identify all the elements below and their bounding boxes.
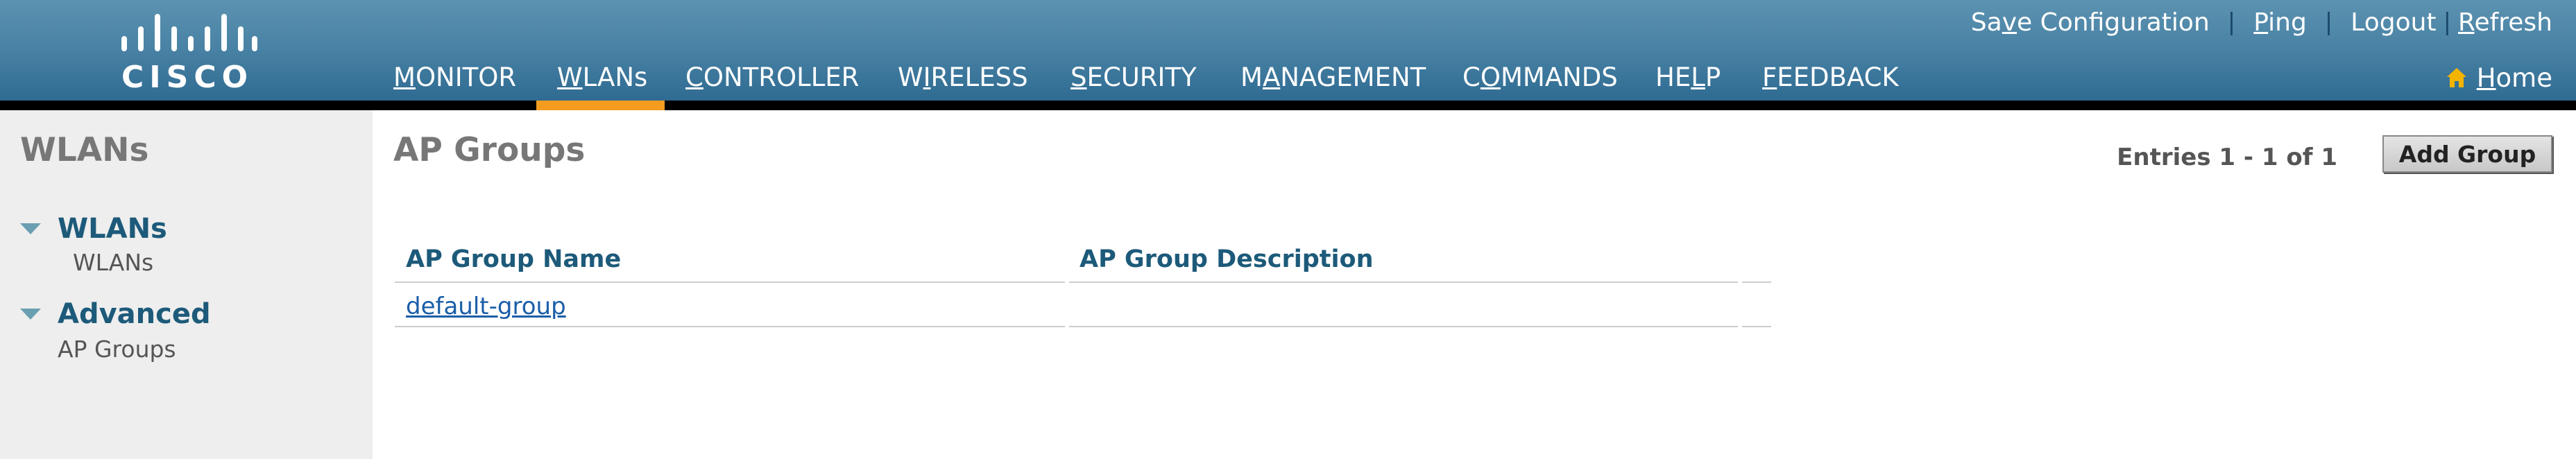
nav-management-pre: M [1240,62,1263,92]
home-label-accesskey: H [2476,62,2496,93]
nav-management-accesskey: A [1262,62,1281,92]
ping-label-post: ing [2268,8,2307,37]
sidebar-section-label: WLANs [58,213,167,245]
home-label-rest: ome [2496,62,2552,93]
sidebar: WLANs WLANs WLANs Advanced AP Groups [0,110,373,459]
refresh-label-post: efresh [2474,8,2552,37]
expand-triangle-icon [20,309,41,320]
table-header-divider [395,282,1065,283]
top-header: CISCO Save Configuration | Ping | Logout… [0,0,2576,101]
nav-commands[interactable]: COMMANDS [1462,58,1618,101]
nav-commands-rest: MMANDS [1500,62,1618,92]
nav-wireless[interactable]: WIRELESS [898,58,1028,101]
expand-triangle-icon [20,223,41,234]
nav-help-pre: HE [1655,62,1691,92]
header-divider [0,101,2576,110]
save-configuration-link[interactable]: Save Configuration [1971,8,2210,37]
nav-help-accesskey: L [1691,62,1705,92]
nav-security-rest: ECURITY [1086,62,1197,92]
table-header-divider [1069,282,1738,283]
sidebar-title: WLANs [20,131,149,169]
home-link[interactable]: Home [2445,58,2552,97]
ap-group-name-link[interactable]: default-group [406,293,566,320]
nav-help[interactable]: HELP [1655,58,1721,101]
sidebar-item-ap-groups[interactable]: AP Groups [58,336,176,363]
refresh-label-accesskey: R [2458,8,2475,37]
active-tab-indicator [536,101,665,110]
save-configuration-label-post: e Configuration [2017,8,2210,37]
logout-link[interactable]: Logout [2351,8,2436,37]
nav-wireless-rest: RELESS [930,62,1028,92]
nav-controller-rest: ONTROLLER [703,62,860,92]
nav-wlans-rest: LANs [582,62,648,92]
nav-monitor[interactable]: MONITOR [393,58,516,101]
add-group-button[interactable]: Add Group [2382,135,2552,173]
save-configuration-label-pre: Sa [1970,8,2002,37]
nav-commands-accesskey: O [1480,62,1501,92]
utility-links: Save Configuration | Ping | Logout | Ref… [1971,6,2552,39]
sidebar-section-wlans[interactable]: WLANs [20,213,167,245]
nav-feedback-rest: EEDBACK [1777,62,1899,92]
sidebar-section-label: Advanced [58,298,211,330]
logout-label: Logout [2351,8,2437,37]
nav-controller[interactable]: CONTROLLER [685,58,859,101]
table-row-divider [1069,326,1738,327]
page-title: AP Groups [393,131,586,169]
column-header-ap-group-name: AP Group Name [406,245,622,273]
nav-help-rest: P [1705,62,1721,92]
column-header-ap-group-description: AP Group Description [1080,245,1374,273]
nav-management-rest: NAGEMENT [1280,62,1426,92]
home-icon [2445,66,2468,89]
entries-count: Entries 1 - 1 of 1 [2117,144,2337,171]
nav-feedback[interactable]: FEEDBACK [1762,58,1899,101]
main-nav: MONITOR WLANs CONTROLLER WIRELESS SECURI… [0,58,2576,101]
separator: | [2443,8,2452,36]
ping-link[interactable]: Ping [2253,8,2307,37]
nav-wlans-accesskey: W [557,62,583,92]
nav-management[interactable]: MANAGEMENT [1240,58,1426,101]
table-row-divider [395,326,1065,327]
nav-feedback-accesskey: F [1762,62,1777,92]
nav-monitor-rest: ONITOR [415,62,517,92]
nav-wlans[interactable]: WLANs [557,58,647,101]
nav-commands-pre: C [1462,62,1481,92]
separator: | [2227,8,2236,36]
separator: | [2324,8,2333,36]
sidebar-item-wlans[interactable]: WLANs [73,249,153,276]
nav-monitor-accesskey: M [393,62,416,92]
refresh-link[interactable]: Refresh [2458,8,2552,37]
sidebar-section-advanced[interactable]: Advanced [20,298,211,330]
save-configuration-label-accesskey: v [2002,8,2018,37]
nav-security[interactable]: SECURITY [1071,58,1197,101]
nav-wireless-accesskey: I [923,62,931,92]
ping-label-accesskey: P [2253,8,2269,37]
nav-controller-accesskey: C [685,62,703,92]
table-row-divider [1742,326,1771,327]
table-header-divider [1742,282,1771,283]
nav-security-accesskey: S [1071,62,1087,92]
nav-wireless-pre: W [898,62,923,92]
